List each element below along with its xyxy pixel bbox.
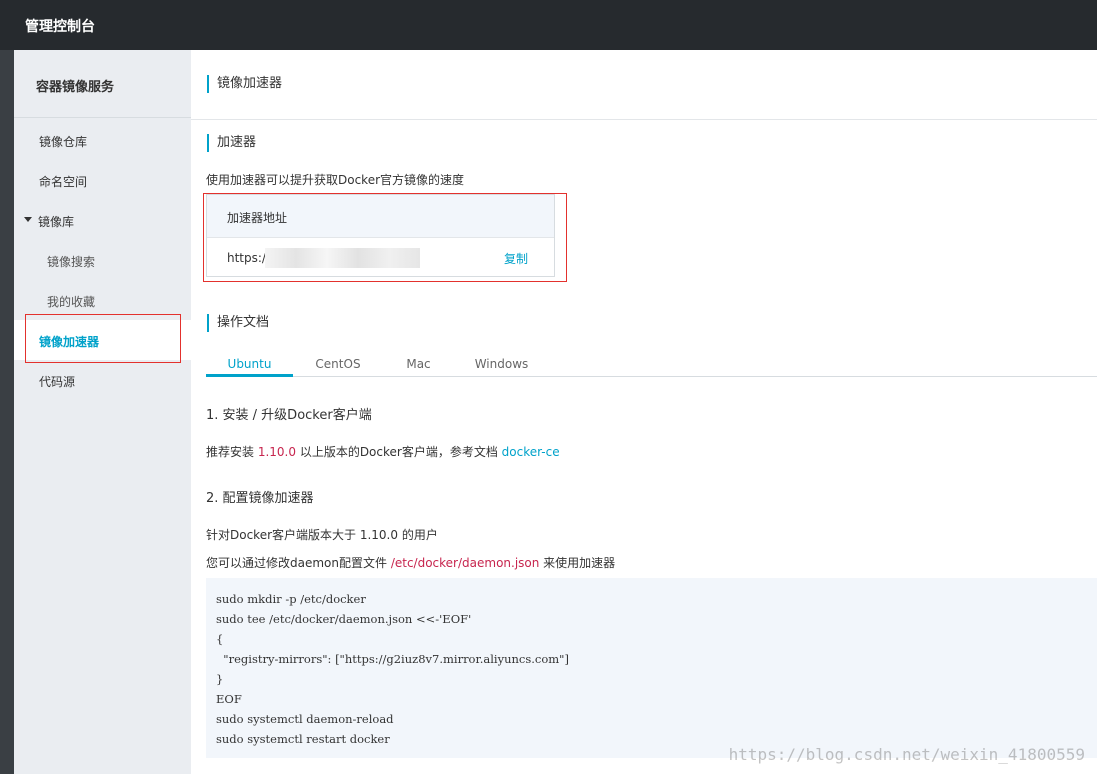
sidebar-item-image-search[interactable]: 镜像搜索 (14, 240, 191, 280)
step1-text-before: 推荐安装 (206, 445, 258, 459)
tab-centos[interactable]: CentOS (303, 357, 373, 377)
sidebar-item-label: 代码源 (39, 375, 76, 389)
recommended-version: 1.10.0 (257, 445, 296, 459)
service-title-label: 容器镜像服务 (36, 80, 115, 95)
tab-ubuntu[interactable]: Ubuntu (206, 357, 293, 377)
accelerator-description: 使用加速器可以提升获取Docker官方镜像的速度 (206, 173, 465, 187)
left-nav-strip (0, 50, 14, 774)
step2-line2: 您可以通过修改daemon配置文件 /etc/docker/daemon.jso… (206, 554, 615, 571)
main-content: 镜像加速器 加速器 使用加速器可以提升获取Docker官方镜像的速度 加速器地址… (191, 50, 1097, 774)
sidebar-item-repositories[interactable]: 镜像仓库 (14, 120, 191, 160)
daemon-config-path: /etc/docker/daemon.json (390, 556, 540, 570)
highlight-box-nav (25, 314, 181, 363)
watermark: https://blog.csdn.net/weixin_41800559 (728, 745, 1085, 764)
sidebar: 容器镜像服务 镜像仓库 命名空间 镜像库 镜像搜索 我的收藏 镜像加速器 代码源 (14, 50, 191, 774)
page-header: 镜像加速器 (191, 50, 1097, 120)
sidebar-group-image-library[interactable]: 镜像库 (14, 200, 191, 240)
step2-line1: 针对Docker客户端版本大于 1.10.0 的用户 (206, 528, 438, 542)
step2-line2-before: 您可以通过修改daemon配置文件 (206, 556, 391, 570)
sidebar-service-title: 容器镜像服务 (14, 50, 191, 118)
sidebar-item-label: 镜像仓库 (39, 135, 88, 149)
sidebar-item-label: 镜像搜索 (47, 255, 96, 269)
page-title: 镜像加速器 (207, 75, 282, 93)
console-title[interactable]: 管理控制台 (25, 16, 95, 36)
step2-line2-after: 来使用加速器 (539, 556, 616, 570)
step1-text: 推荐安装 1.10.0 以上版本的Docker客户端，参考文档 docker-c… (206, 443, 560, 460)
sidebar-item-namespaces[interactable]: 命名空间 (14, 160, 191, 200)
code-block[interactable]: sudo mkdir -p /etc/docker sudo tee /etc/… (206, 578, 1097, 758)
docs-section-title: 操作文档 (207, 314, 269, 332)
accelerator-section-title: 加速器 (207, 134, 256, 152)
sidebar-item-label: 命名空间 (39, 175, 88, 189)
caret-down-icon (24, 217, 32, 222)
code-text: sudo mkdir -p /etc/docker sudo tee /etc/… (216, 592, 569, 746)
sidebar-item-code-source[interactable]: 代码源 (14, 360, 191, 400)
tab-windows[interactable]: Windows (464, 357, 539, 377)
docker-ce-link[interactable]: docker-ce (502, 445, 560, 459)
sidebar-item-label: 镜像库 (38, 215, 75, 229)
step2-title: 2. 配置镜像加速器 (206, 491, 314, 506)
sidebar-item-label: 我的收藏 (47, 295, 96, 309)
os-tabs: Ubuntu CentOS Mac Windows (206, 350, 1097, 377)
highlight-box-accelerator (203, 193, 567, 282)
step1-title: 1. 安装 / 升级Docker客户端 (206, 408, 372, 423)
top-bar: 管理控制台 (0, 0, 1097, 50)
step1-text-middle: 以上版本的Docker客户端，参考文档 (296, 445, 502, 459)
tab-mac[interactable]: Mac (396, 357, 441, 377)
